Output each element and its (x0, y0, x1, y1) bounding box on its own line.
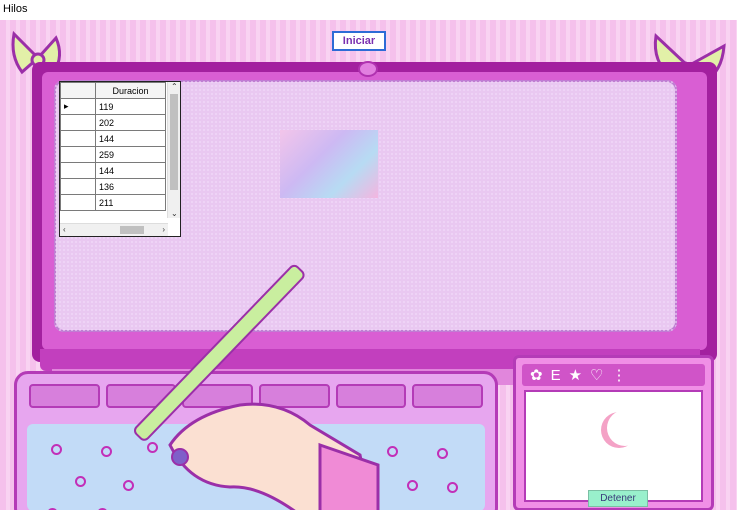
row-header[interactable] (60, 146, 96, 163)
duration-grid[interactable]: Duracion ▸ 119 202 144 259 144 136 211 ⌃… (59, 81, 181, 237)
grid-corner (60, 82, 96, 99)
pad-dot (123, 480, 134, 491)
table-row[interactable]: 144 (60, 162, 166, 179)
duration-cell[interactable]: 144 (95, 162, 166, 179)
horizontal-scroll-thumb[interactable] (120, 226, 144, 234)
star-icon: ★ (568, 367, 583, 384)
hand-illustration (168, 402, 380, 510)
row-header[interactable] (60, 194, 96, 211)
duration-cell[interactable]: 119 (95, 98, 166, 115)
scroll-down-icon[interactable]: ⌄ (171, 209, 178, 218)
settings-icon: ✿ (530, 367, 543, 384)
webcam-icon (358, 61, 378, 77)
pad-dot (51, 444, 62, 455)
vertical-scrollbar[interactable]: ⌃ ⌄ (167, 82, 180, 218)
pad-dot (75, 476, 86, 487)
table-row[interactable]: 144 (60, 130, 166, 147)
table-row[interactable]: 211 (60, 194, 166, 211)
grid-table: Duracion ▸ 119 202 144 259 144 136 211 (60, 82, 166, 211)
row-header[interactable] (60, 130, 96, 147)
pad-dot (407, 480, 418, 491)
mini-app-window: ✿ E ★ ♡ ⋮ (513, 355, 714, 510)
key (412, 384, 484, 408)
table-row[interactable]: 259 (60, 146, 166, 163)
scroll-left-icon[interactable]: ‹ (63, 225, 66, 234)
row-header[interactable] (60, 162, 96, 179)
scroll-right-icon[interactable]: › (162, 225, 165, 234)
vertical-scroll-thumb[interactable] (170, 94, 178, 190)
row-header-current[interactable]: ▸ (60, 98, 96, 115)
duration-cell[interactable]: 259 (95, 146, 166, 163)
title-bar: Hilos (0, 0, 737, 20)
column-header-duracion[interactable]: Duracion (95, 82, 166, 99)
row-header[interactable] (60, 114, 96, 131)
more-icon: ⋮ (611, 367, 627, 384)
mini-window-body (524, 390, 703, 502)
duration-cell[interactable]: 144 (95, 130, 166, 147)
start-button[interactable]: Iniciar (332, 31, 386, 51)
stop-button[interactable]: Detener (588, 490, 648, 507)
key (29, 384, 100, 408)
galaxy-picture (280, 130, 378, 198)
duration-cell[interactable]: 202 (95, 114, 166, 131)
heart-icon: ♡ (590, 367, 604, 384)
pad-dot (447, 482, 458, 493)
mini-window-toolbar: ✿ E ★ ♡ ⋮ (522, 364, 705, 386)
pad-dot (101, 446, 112, 457)
grid-header-row: Duracion (60, 82, 166, 99)
duration-cell[interactable]: 136 (95, 178, 166, 195)
pad-dot (387, 446, 398, 457)
table-row[interactable]: 136 (60, 178, 166, 195)
duration-cell[interactable]: 211 (95, 194, 166, 211)
moon-icon (601, 412, 637, 448)
row-header[interactable] (60, 178, 96, 195)
letter-icon: E (550, 366, 561, 384)
pad-dot (437, 448, 448, 459)
scroll-up-icon[interactable]: ⌃ (171, 82, 178, 91)
horizontal-scrollbar[interactable]: ‹ › (60, 223, 168, 236)
table-row[interactable]: ▸ 119 (60, 98, 166, 115)
table-row[interactable]: 202 (60, 114, 166, 131)
window-title: Hilos (3, 3, 28, 15)
